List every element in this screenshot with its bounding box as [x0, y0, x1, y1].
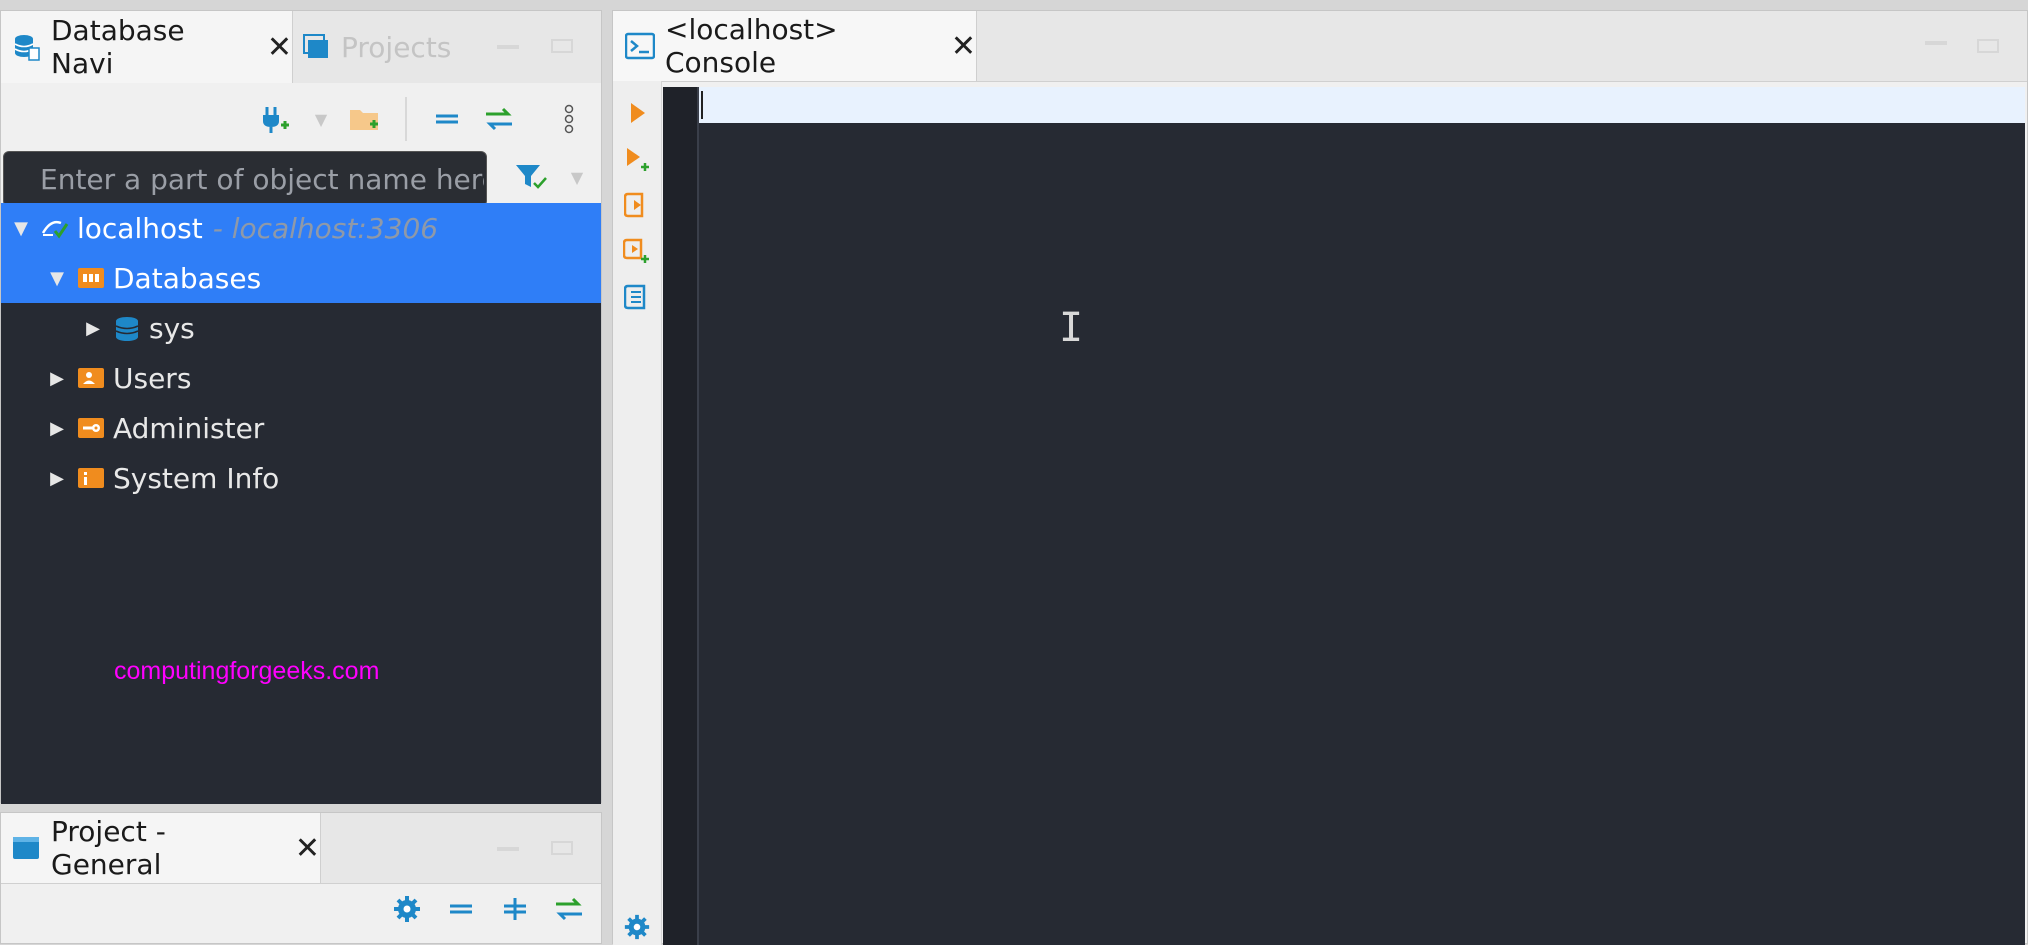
tab-localhost-console[interactable]: <localhost> Console ✕ — [613, 11, 977, 81]
chevron-down-icon[interactable]: ▼ — [557, 157, 597, 197]
maximize-icon[interactable] — [1977, 39, 1999, 53]
maximize-icon[interactable] — [551, 39, 573, 53]
tab-label: Database Navi — [51, 14, 185, 80]
execute-statement-icon[interactable] — [621, 97, 653, 129]
tree-item-label: sys — [149, 311, 195, 345]
execute-script-new-tab-icon[interactable] — [621, 235, 653, 267]
schema-database-icon — [113, 315, 141, 341]
chevron-right-icon[interactable]: ▶ — [47, 368, 67, 389]
tree-item-localhost[interactable]: ▼ localhost - localhost:3306 — [1, 203, 601, 253]
new-connection-icon[interactable] — [255, 99, 295, 139]
tab-projects[interactable]: Projects — [293, 11, 473, 83]
connection-hint: - localhost:3306 — [212, 211, 439, 245]
expand-icon[interactable] — [495, 889, 535, 929]
watermark-text: computingforgeeks.com — [114, 657, 380, 685]
link-with-editor-icon[interactable] — [479, 99, 519, 139]
tree-item-label: localhost — [77, 211, 203, 245]
system-info-folder-icon — [77, 465, 105, 491]
filter-config-icon[interactable] — [511, 157, 551, 197]
tab-database-navigator[interactable]: Database Navi ✕ — [1, 11, 293, 83]
text-cursor-icon: I — [1059, 305, 1084, 351]
chevron-down-icon[interactable]: ▼ — [47, 268, 67, 289]
explain-plan-icon[interactable] — [621, 281, 653, 313]
tab-project-general[interactable]: Project - General ✕ — [1, 813, 321, 883]
administer-folder-icon — [77, 415, 105, 441]
current-line-highlight — [699, 87, 2025, 123]
tab-label: <localhost> Console — [665, 13, 838, 79]
sql-editor-panel: <localhost> Console ✕ I — [612, 10, 2028, 945]
navigator-tab-bar: Database Navi ✕ Projects — [1, 11, 601, 84]
chevron-right-icon[interactable]: ▶ — [47, 468, 67, 489]
connection-icon — [41, 215, 69, 241]
project-tab-bar: Project - General ✕ — [1, 813, 601, 884]
line-number-gutter — [663, 87, 699, 945]
maximize-icon[interactable] — [551, 841, 573, 855]
project-icon — [11, 833, 41, 863]
database-navigator-panel: Database Navi ✕ Projects ▼ Enter a part … — [0, 10, 602, 804]
minimize-icon[interactable] — [497, 847, 519, 851]
database-navigator-icon — [11, 32, 41, 62]
editor-settings-icon[interactable] — [621, 911, 653, 943]
execute-script-icon[interactable] — [621, 189, 653, 221]
tree-item-label: Administer — [113, 411, 265, 445]
tree-item-label: Users — [113, 361, 192, 395]
sql-editor-text-area[interactable]: I — [663, 87, 2025, 945]
editor-side-toolbar — [613, 81, 662, 945]
tree-item-sys[interactable]: ▶ sys — [1, 303, 601, 353]
editor-tab-bar: <localhost> Console ✕ — [613, 11, 2027, 82]
tree-item-label: Databases — [113, 261, 262, 295]
collapse-icon[interactable] — [441, 889, 481, 929]
execute-in-new-tab-icon[interactable] — [621, 143, 653, 175]
tab-label: Project - General — [51, 815, 166, 881]
close-icon[interactable]: ✕ — [295, 831, 320, 866]
tree-item-administer[interactable]: ▶ Administer — [1, 403, 601, 453]
projects-icon — [301, 32, 331, 62]
tab-label: Projects — [341, 30, 452, 64]
minimize-icon[interactable] — [1925, 41, 1947, 45]
chevron-down-icon[interactable]: ▼ — [11, 218, 31, 239]
chevron-right-icon[interactable]: ▶ — [47, 418, 67, 439]
new-folder-icon[interactable] — [345, 99, 385, 139]
navigator-tree: ▼ localhost - localhost:3306 ▼ Databases… — [1, 203, 601, 804]
close-icon[interactable]: ✕ — [267, 30, 292, 65]
toolbar-divider — [405, 97, 407, 141]
minimize-icon[interactable] — [497, 45, 519, 49]
search-input[interactable] — [3, 151, 487, 207]
users-folder-icon — [77, 365, 105, 391]
close-icon[interactable]: ✕ — [951, 29, 976, 64]
console-icon — [624, 31, 656, 61]
link-icon[interactable] — [549, 889, 589, 929]
databases-folder-icon — [77, 265, 105, 291]
collapse-all-icon[interactable] — [427, 99, 467, 139]
tree-item-databases[interactable]: ▼ Databases — [1, 253, 601, 303]
settings-icon[interactable] — [387, 889, 427, 929]
text-caret — [701, 91, 703, 119]
chevron-right-icon[interactable]: ▶ — [83, 318, 103, 339]
chevron-down-icon[interactable]: ▼ — [301, 99, 341, 139]
filter-row: ▼ — [1, 141, 601, 211]
tree-item-users[interactable]: ▶ Users — [1, 353, 601, 403]
tree-item-system-info[interactable]: ▶ System Info — [1, 453, 601, 503]
view-menu-icon[interactable] — [549, 99, 589, 139]
tree-item-label: System Info — [113, 461, 280, 495]
project-general-panel: Project - General ✕ — [0, 812, 602, 944]
